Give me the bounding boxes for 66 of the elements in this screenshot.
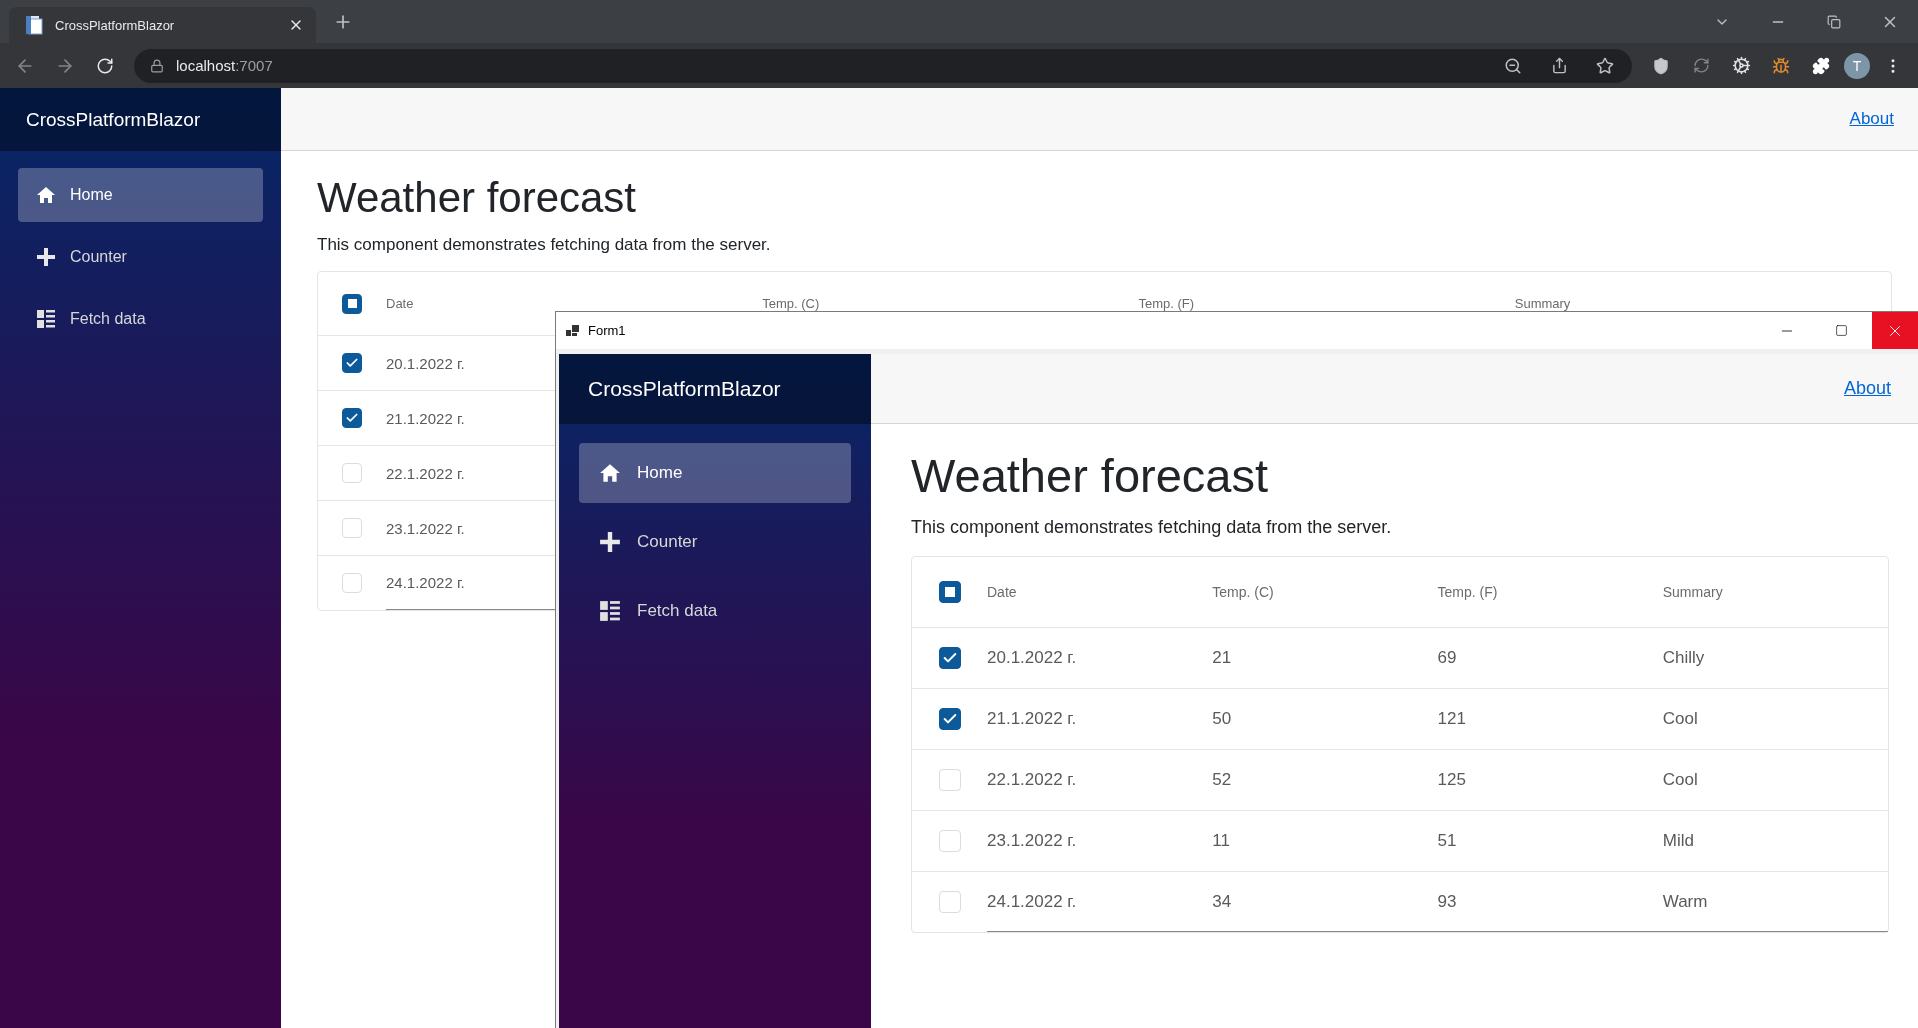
table-cell: 11 bbox=[1212, 831, 1230, 852]
page-heading: Weather forecast bbox=[911, 448, 1270, 504]
table-cell: 69 bbox=[1437, 648, 1457, 669]
window-title: Form1 bbox=[588, 323, 627, 338]
browser-tab[interactable]: CrossPlatformBlazor bbox=[9, 7, 316, 43]
list-icon bbox=[36, 309, 56, 329]
page-icon bbox=[25, 15, 43, 35]
nav-item[interactable]: Fetch data bbox=[18, 292, 263, 346]
row-checkbox[interactable] bbox=[938, 708, 961, 731]
table-cell: 52 bbox=[1212, 770, 1232, 791]
nav-item[interactable]: Fetch data bbox=[579, 581, 851, 641]
table-cell: 24.1.2022 г. bbox=[987, 891, 1077, 912]
column-header[interactable]: Temp. (F) bbox=[1437, 584, 1498, 601]
table-cell: Mild bbox=[1662, 831, 1694, 852]
table-cell: 50 bbox=[1212, 709, 1232, 730]
table-cell: Cool bbox=[1662, 770, 1698, 791]
row-checkbox[interactable] bbox=[342, 408, 362, 429]
address-bar[interactable]: localhost:7007 bbox=[134, 48, 1632, 83]
table-cell: 23.1.2022 г. bbox=[386, 519, 465, 537]
profile-avatar[interactable]: T bbox=[1844, 52, 1870, 79]
nav-item[interactable]: Home bbox=[579, 443, 851, 503]
column-header[interactable]: Temp. (C) bbox=[762, 296, 820, 312]
table-cell: 93 bbox=[1437, 891, 1457, 912]
column-header[interactable]: Temp. (F) bbox=[1138, 296, 1195, 312]
column-header[interactable]: Date bbox=[987, 584, 1017, 601]
about-link[interactable]: About bbox=[1849, 109, 1894, 129]
nav-item[interactable]: Counter bbox=[579, 512, 851, 572]
row-checkbox[interactable] bbox=[938, 647, 961, 670]
app-brand: CrossPlatformBlazor bbox=[588, 377, 781, 401]
table-cell: Warm bbox=[1662, 891, 1708, 912]
row-checkbox[interactable] bbox=[342, 353, 362, 374]
page-description: This component demonstrates fetching data from the server. bbox=[317, 235, 772, 256]
column-header[interactable]: Temp. (C) bbox=[1212, 584, 1274, 601]
home-icon bbox=[599, 462, 621, 484]
nav-item[interactable]: Home bbox=[18, 168, 263, 222]
table-cell: 34 bbox=[1212, 891, 1232, 912]
table-cell: 20.1.2022 г. bbox=[987, 648, 1077, 669]
table-cell: 22.1.2022 г. bbox=[987, 770, 1077, 791]
table-cell: Cool bbox=[1662, 709, 1698, 730]
nav-item[interactable]: Counter bbox=[18, 230, 263, 284]
table-cell: 21 bbox=[1212, 648, 1232, 669]
column-header[interactable]: Date bbox=[386, 296, 414, 312]
table-cell: 20.1.2022 г. bbox=[386, 354, 465, 372]
table-cell: 23.1.2022 г. bbox=[987, 831, 1077, 852]
plus-icon bbox=[599, 531, 621, 553]
table-cell: 22.1.2022 г. bbox=[386, 464, 465, 482]
select-all-checkbox[interactable] bbox=[938, 581, 961, 604]
plus-icon bbox=[36, 247, 56, 267]
table-cell: 24.1.2022 г. bbox=[386, 574, 465, 592]
table-cell: 21.1.2022 г. bbox=[987, 709, 1077, 730]
table-cell: Chilly bbox=[1662, 648, 1705, 669]
column-header[interactable]: Summary bbox=[1514, 296, 1571, 312]
table-cell: 121 bbox=[1437, 709, 1466, 730]
app-brand: CrossPlatformBlazor bbox=[26, 108, 201, 131]
list-icon bbox=[599, 600, 621, 622]
page-description: This component demonstrates fetching data from the server. bbox=[911, 517, 1393, 539]
about-link[interactable]: About bbox=[1843, 378, 1891, 399]
lock-icon bbox=[150, 58, 164, 73]
home-icon bbox=[36, 185, 56, 205]
select-all-checkbox[interactable] bbox=[342, 293, 362, 314]
window-icon bbox=[566, 324, 580, 337]
table-cell: 21.1.2022 г. bbox=[386, 409, 465, 427]
column-header[interactable]: Summary bbox=[1662, 584, 1723, 601]
table-cell: 125 bbox=[1437, 770, 1466, 791]
table-cell: 51 bbox=[1437, 831, 1457, 852]
page-heading: Weather forecast bbox=[317, 173, 638, 223]
